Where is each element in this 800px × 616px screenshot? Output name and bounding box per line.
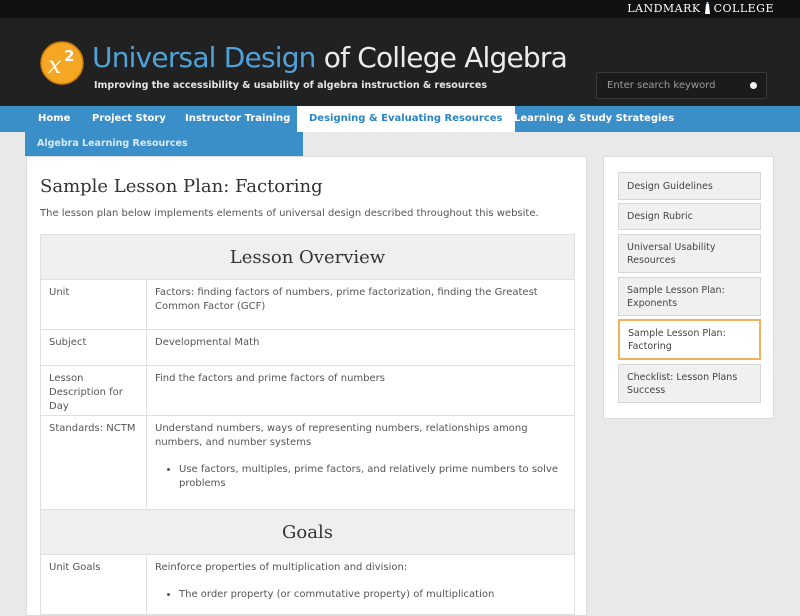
row-value: Reinforce properties of multiplication a…	[155, 562, 408, 573]
main-content: Sample Lesson Plan: Factoring The lesson…	[26, 156, 587, 616]
sidebar-item-checklist-lesson-plans-success[interactable]: Checklist: Lesson Plans Success	[618, 364, 761, 403]
row-label: Standards: NCTM	[40, 415, 147, 510]
logo-word-landmark: LANDMARK	[627, 2, 701, 15]
nav-learning-study-strategies[interactable]: Learning & Study Strategies	[502, 106, 686, 132]
sidebar-menu: Design Guidelines Design Rubric Universa…	[603, 156, 774, 419]
lighthouse-icon	[704, 2, 710, 14]
table-section-row: Lesson Overview	[40, 234, 575, 280]
sidebar-item-sample-lesson-plan-factoring[interactable]: Sample Lesson Plan: Factoring	[618, 319, 761, 360]
row-value: Developmental Math	[146, 329, 575, 366]
sidebar-item-design-rubric[interactable]: Design Rubric	[618, 203, 761, 230]
row-label: Unit Goals	[40, 554, 147, 615]
page-title: Sample Lesson Plan: Factoring	[40, 176, 323, 197]
search-input[interactable]	[597, 73, 737, 98]
lesson-plan-table: Lesson Overview Unit Factors: finding fa…	[40, 234, 575, 615]
row-label: Unit	[40, 279, 147, 330]
site-title-secondary: of College Algebra	[315, 41, 568, 74]
row-label: Subject	[40, 329, 147, 366]
row-value: Understand numbers, ways of representing…	[155, 423, 528, 448]
table-row: Unit Goals Reinforce properties of multi…	[40, 554, 575, 615]
row-value: Find the factors and prime factors of nu…	[146, 365, 575, 416]
landmark-college-logo[interactable]: LANDMARK COLLEGE	[627, 2, 774, 16]
site-title[interactable]: Universal Design of College Algebra	[92, 41, 568, 74]
search-icon[interactable]	[749, 81, 758, 90]
main-nav: Home Project Story Instructor Training D…	[0, 106, 800, 132]
nav-home[interactable]: Home	[26, 106, 82, 132]
badge-exponent-text: 2	[64, 47, 74, 65]
table-row: Unit Factors: finding factors of numbers…	[40, 279, 575, 330]
sidebar-item-universal-usability-resources[interactable]: Universal Usability Resources	[618, 234, 761, 273]
page-intro: The lesson plan below implements element…	[40, 208, 539, 219]
logo-word-college: COLLEGE	[713, 2, 774, 15]
row-label: Lesson Description for Day	[40, 365, 147, 416]
row-value: Factors: finding factors of numbers, pri…	[146, 279, 575, 330]
table-row: Lesson Description for Day Find the fact…	[40, 365, 575, 416]
search-box	[596, 72, 767, 99]
table-section-row: Goals	[40, 509, 575, 555]
nav-project-story[interactable]: Project Story	[80, 106, 178, 132]
table-row: Standards: NCTM Understand numbers, ways…	[40, 415, 575, 510]
section-heading-goals: Goals	[40, 509, 575, 555]
row-value-cell: Understand numbers, ways of representing…	[146, 415, 575, 510]
row-value-cell: Reinforce properties of multiplication a…	[146, 554, 575, 615]
sidebar-item-sample-lesson-plan-exponents[interactable]: Sample Lesson Plan: Exponents	[618, 277, 761, 316]
x-squared-badge-icon[interactable]: x 2	[40, 41, 84, 85]
nav-instructor-training[interactable]: Instructor Training	[173, 106, 302, 132]
nav-dropdown-algebra-learning-resources[interactable]: Algebra Learning Resources	[25, 132, 303, 156]
site-title-primary: Universal Design	[92, 41, 316, 74]
sidebar-item-design-guidelines[interactable]: Design Guidelines	[618, 172, 761, 200]
site-header: x 2 Universal Design of College Algebra …	[0, 18, 800, 106]
top-bar: LANDMARK COLLEGE	[0, 0, 800, 18]
site-tagline: Improving the accessibility & usability …	[94, 80, 487, 91]
nav-designing-evaluating-resources[interactable]: Designing & Evaluating Resources	[297, 106, 515, 132]
bullet-list: Use factors, multiples, prime factors, a…	[155, 463, 566, 491]
list-item: Use factors, multiples, prime factors, a…	[179, 463, 566, 491]
table-row: Subject Developmental Math	[40, 329, 575, 366]
section-heading-lesson-overview: Lesson Overview	[40, 234, 575, 280]
badge-x-text: x	[48, 51, 62, 79]
